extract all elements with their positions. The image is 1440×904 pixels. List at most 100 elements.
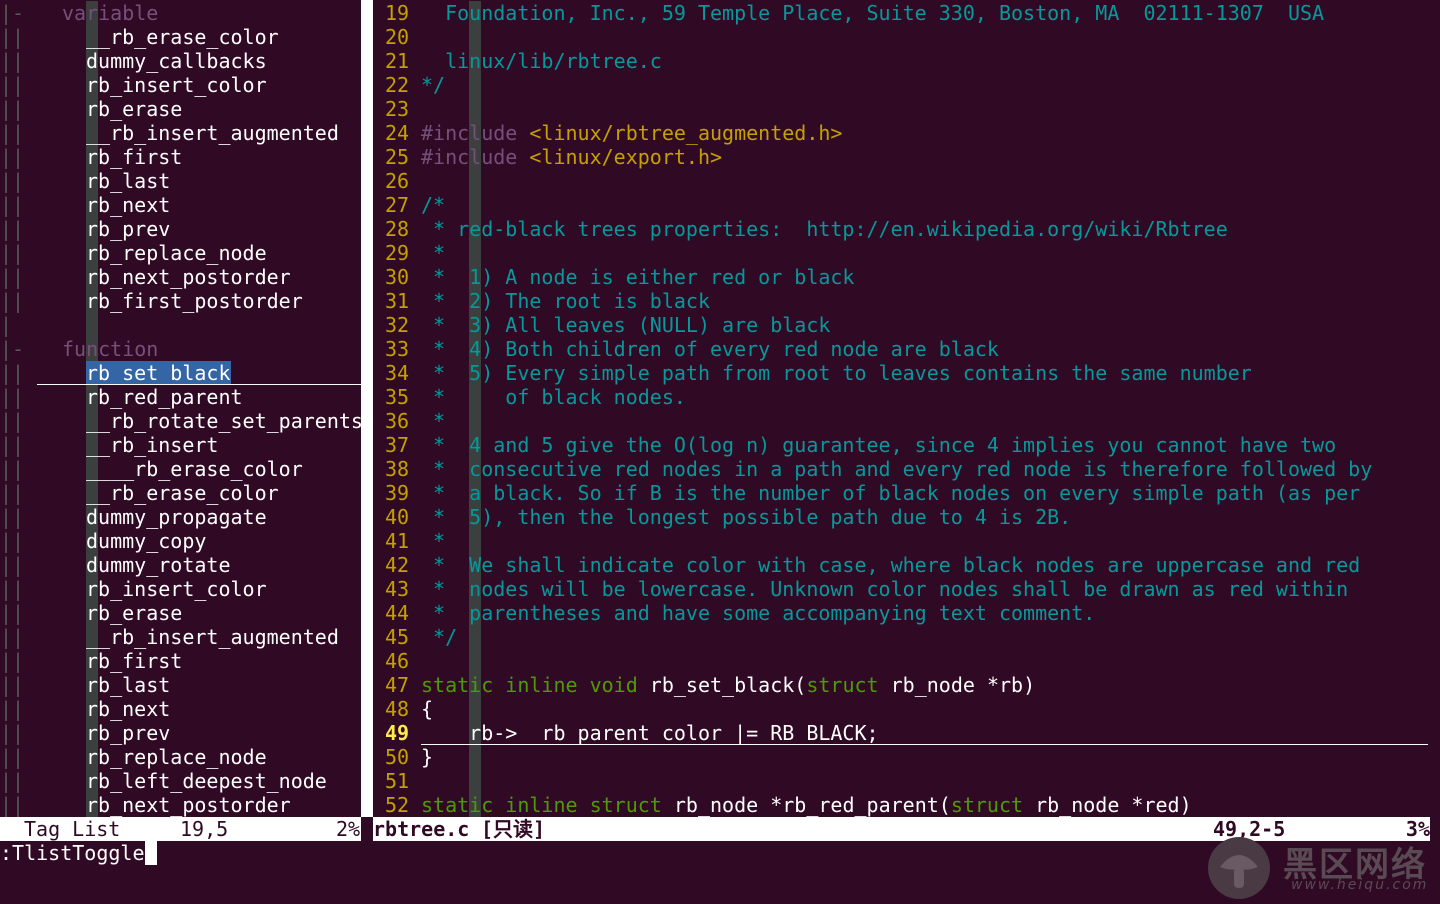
code-text: */ — [421, 73, 445, 97]
fold-marker: || — [0, 697, 25, 721]
code-line[interactable]: 34 * 5) Every simple path from root to l… — [373, 361, 1440, 385]
fold-marker: || — [0, 529, 25, 553]
code-text: * 4 and 5 give the O(log n) guarantee, s… — [421, 433, 1336, 457]
taglist-tag-row[interactable]: || dummy_copy — [0, 529, 361, 553]
line-number: 32 — [385, 313, 410, 337]
fold-marker: || — [0, 577, 25, 601]
taglist-pane[interactable]: |- variable || __rb_erase_color || dummy_call… — [0, 1, 361, 817]
taglist-tag-row[interactable]: || __rb_insert_augmented — [0, 121, 361, 145]
fold-marker: || — [0, 721, 25, 745]
code-token: * 5), then the longest possible path due… — [421, 505, 1072, 529]
taglist-tag-row[interactable]: || rb_next — [0, 697, 361, 721]
code-line[interactable]: 50} — [373, 745, 1440, 769]
taglist-tag-row[interactable]: || rb_erase — [0, 601, 361, 625]
taglist-tag-row[interactable]: || rb_first — [0, 145, 361, 169]
code-line[interactable]: 33 * 4) Both children of every red node … — [373, 337, 1440, 361]
editor-pane[interactable]: 19 Foundation, Inc., 59 Temple Place, Su… — [373, 1, 1440, 817]
code-line[interactable]: 45 */ — [373, 625, 1440, 649]
code-line[interactable]: 42 * We shall indicate color with case, … — [373, 553, 1440, 577]
code-line[interactable]: 40 * 5), then the longest possible path … — [373, 505, 1440, 529]
taglist-tag-row[interactable]: || dummy_propagate — [0, 505, 361, 529]
editor-lines: 19 Foundation, Inc., 59 Temple Place, Su… — [373, 1, 1440, 817]
code-token: rb_node *rb) — [878, 673, 1036, 697]
code-line[interactable]: 38 * consecutive red nodes in a path and… — [373, 457, 1440, 481]
code-line[interactable]: 30 * 1) A node is either red or black — [373, 265, 1440, 289]
taglist-tag-row[interactable]: || __rb_rotate_set_parents — [0, 409, 361, 433]
code-line[interactable]: 24 #include <linux/rbtree_augmented.h> — [373, 121, 1440, 145]
taglist-tag-row[interactable]: || rb_set_black — [0, 361, 361, 385]
fold-marker: || — [0, 457, 25, 481]
taglist-tag-row[interactable]: || rb_first — [0, 649, 361, 673]
taglist-tag-row[interactable]: || dummy_callbacks — [0, 49, 361, 73]
taglist-tag-row[interactable]: || rb_left_deepest_node — [0, 769, 361, 793]
taglist-status-percent: 2% — [336, 817, 361, 841]
code-line[interactable]: 52 static inline struct rb_node *rb_red_p… — [373, 793, 1440, 817]
taglist-tag-row[interactable]: || rb_last — [0, 673, 361, 697]
taglist-group-row[interactable]: |- variable — [0, 1, 361, 25]
code-text: * nodes will be lowercase. Unknown color… — [421, 577, 1348, 601]
taglist-tag-row[interactable]: || ____rb_erase_color — [0, 457, 361, 481]
taglist-tag-row[interactable]: || rb_prev — [0, 721, 361, 745]
taglist-tag-row[interactable]: || __rb_insert — [0, 433, 361, 457]
code-line[interactable]: 31 * 2) The root is black — [373, 289, 1440, 313]
taglist-tag-row[interactable]: || rb_next — [0, 193, 361, 217]
taglist-tag-row[interactable]: || __rb_erase_color — [0, 25, 361, 49]
taglist-tag-row[interactable]: || rb_insert_color — [0, 577, 361, 601]
code-line[interactable]: 29 * — [373, 241, 1440, 265]
taglist-tag: rb_next — [86, 193, 171, 217]
taglist-tag: rb_next_postorder — [86, 793, 291, 817]
code-line[interactable]: 19 Foundation, Inc., 59 Temple Place, Su… — [373, 1, 1440, 25]
taglist-tag-row[interactable]: || __rb_insert_augmented — [0, 625, 361, 649]
fold-marker: || — [0, 97, 25, 121]
watermark-url: www.heiqu.com — [1291, 877, 1429, 893]
command-line[interactable]: :TlistToggle — [0, 841, 157, 865]
taglist-tag-row[interactable]: || rb_replace_node — [0, 745, 361, 769]
code-line[interactable]: 46 — [373, 649, 1440, 673]
code-line[interactable]: 25 #include <linux/export.h> — [373, 145, 1440, 169]
code-line[interactable]: 35 * of black nodes. — [373, 385, 1440, 409]
taglist-blank-row: | — [0, 313, 361, 337]
line-number: 42 — [385, 553, 410, 577]
taglist-tag-row[interactable]: || rb_first_postorder — [0, 289, 361, 313]
code-line[interactable]: 36 * — [373, 409, 1440, 433]
taglist-tag-row[interactable]: || rb_erase — [0, 97, 361, 121]
taglist-tag-row[interactable]: || rb_prev — [0, 217, 361, 241]
code-line[interactable]: 27 /* — [373, 193, 1440, 217]
code-line[interactable]: 37 * 4 and 5 give the O(log n) guarantee… — [373, 433, 1440, 457]
code-line[interactable]: 43 * nodes will be lowercase. Unknown co… — [373, 577, 1440, 601]
line-number: 50 — [385, 745, 410, 769]
code-line[interactable]: 44 * parentheses and have some accompany… — [373, 601, 1440, 625]
code-token: * parentheses and have some accompanying… — [421, 601, 1096, 625]
taglist-group-row[interactable]: |- function — [0, 337, 361, 361]
code-line[interactable]: 51 — [373, 769, 1440, 793]
taglist-tag-row[interactable]: || __rb_erase_color — [0, 481, 361, 505]
code-line[interactable]: 49 rb->__rb_parent_color |= RB_BLACK; — [373, 721, 1440, 745]
code-line[interactable]: 21 linux/lib/rbtree.c — [373, 49, 1440, 73]
code-line[interactable]: 22 */ — [373, 73, 1440, 97]
taglist-tag-row[interactable]: || dummy_rotate — [0, 553, 361, 577]
code-line[interactable]: 41 * — [373, 529, 1440, 553]
taglist-tag: rb_insert_color — [86, 73, 267, 97]
code-line[interactable]: 23 — [373, 97, 1440, 121]
code-line[interactable]: 26 — [373, 169, 1440, 193]
code-line[interactable]: 39 * a black. So if B is the number of b… — [373, 481, 1440, 505]
taglist-tag-row[interactable]: || rb_last — [0, 169, 361, 193]
code-line[interactable]: 47 static inline void rb_set_black(struct… — [373, 673, 1440, 697]
code-text: * 1) A node is either red or black — [421, 265, 854, 289]
taglist-tag-row[interactable]: || rb_insert_color — [0, 73, 361, 97]
line-number: 41 — [385, 529, 410, 553]
code-text: * of black nodes. — [421, 385, 686, 409]
taglist-tag-row[interactable]: || rb_next_postorder — [0, 265, 361, 289]
code-line[interactable]: 28 * red-black trees properties: http://… — [373, 217, 1440, 241]
line-number: 51 — [385, 769, 410, 793]
taglist-status-position: 19,5 — [180, 817, 229, 841]
code-line[interactable]: 32 * 3) All leaves (NULL) are black — [373, 313, 1440, 337]
line-number: 24 — [385, 121, 410, 145]
taglist-tag-row[interactable]: || rb_replace_node — [0, 241, 361, 265]
code-line[interactable]: 20 — [373, 25, 1440, 49]
vertical-split-bar[interactable] — [361, 0, 373, 817]
code-line[interactable]: 48 { — [373, 697, 1440, 721]
taglist-tag-row[interactable]: || rb_red_parent — [0, 385, 361, 409]
taglist-tag-row[interactable]: || rb_next_postorder — [0, 793, 361, 817]
code-token: rb->__rb_parent_color |= RB_BLACK; — [421, 721, 879, 745]
